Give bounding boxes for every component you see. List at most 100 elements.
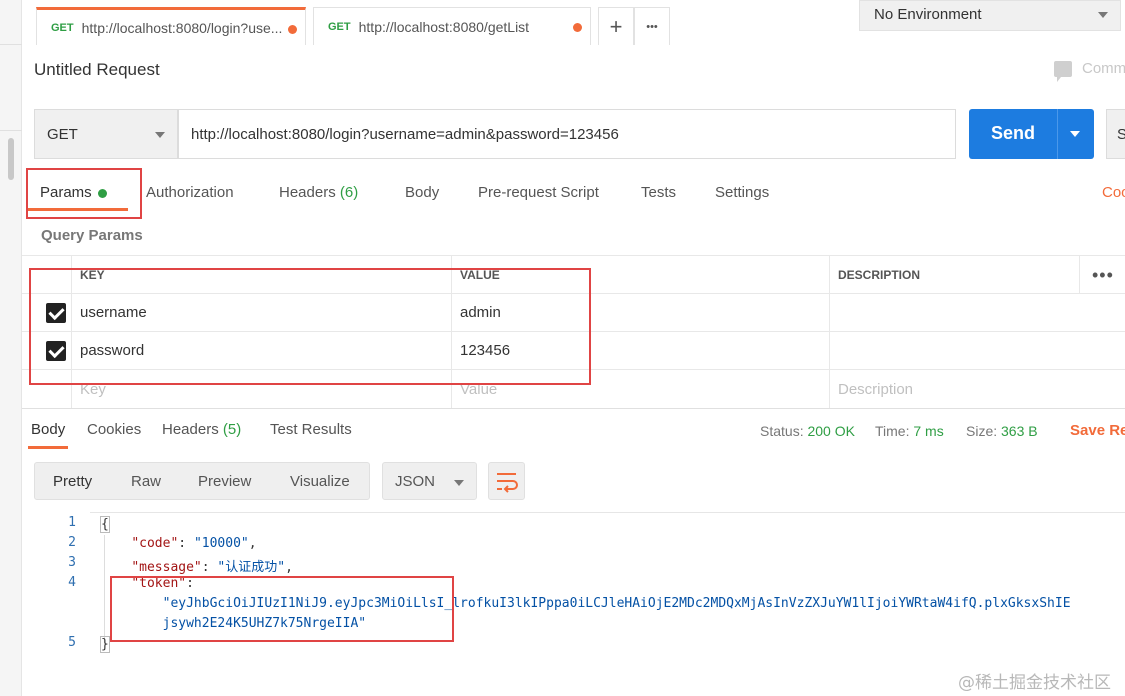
comments-button[interactable]: Comm xyxy=(1054,60,1125,82)
size-label: Size: xyxy=(966,423,998,439)
line-number: 2 xyxy=(68,535,76,550)
response-headers-label: Headers xyxy=(162,421,219,438)
annotation-box-token xyxy=(110,576,454,642)
chevron-down-icon xyxy=(155,132,165,138)
view-visualize-button[interactable]: Visualize xyxy=(290,473,350,490)
sidebar-scrollbar[interactable] xyxy=(8,138,14,180)
sidebar-divider xyxy=(0,130,22,131)
request-tab-getlist[interactable]: GET http://localhost:8080/getList xyxy=(313,7,591,45)
annotation-box-query-params xyxy=(29,268,591,385)
left-sidebar-strip xyxy=(0,0,22,696)
code-line: { xyxy=(100,516,110,533)
code-line: "message": "认证成功", xyxy=(131,560,293,575)
param-description[interactable] xyxy=(829,332,1125,369)
time-label: Time: xyxy=(875,423,910,439)
method-label: GET xyxy=(47,126,78,143)
save-button[interactable]: S xyxy=(1106,109,1125,159)
environment-select[interactable]: No Environment xyxy=(859,0,1121,31)
column-description: DESCRIPTION xyxy=(829,256,1079,293)
request-tab-bar: GET http://localhost:8080/login?use... G… xyxy=(22,0,1125,46)
tab-pre-request-script[interactable]: Pre-request Script xyxy=(478,184,599,201)
request-tab-login[interactable]: GET http://localhost:8080/login?use... xyxy=(36,7,306,45)
response-time: Time: 7 ms xyxy=(875,423,944,439)
view-pretty-button[interactable]: Pretty xyxy=(53,473,92,490)
tab-url: http://localhost:8080/login?use... xyxy=(81,19,283,36)
json-key: "message" xyxy=(131,560,202,575)
active-tab-indicator xyxy=(28,446,68,449)
view-preview-button[interactable]: Preview xyxy=(198,473,251,490)
tab-method: GET xyxy=(51,21,74,34)
request-title[interactable]: Untitled Request xyxy=(34,60,160,80)
param-description[interactable] xyxy=(829,294,1125,331)
open-brace: { xyxy=(100,516,110,533)
line-number-gutter: 1 2 3 4 5 xyxy=(22,512,82,662)
code-line: } xyxy=(100,636,110,653)
status-label: Status: xyxy=(760,423,804,439)
chevron-down-icon[interactable] xyxy=(1070,131,1080,137)
tab-settings[interactable]: Settings xyxy=(715,184,769,201)
size-value: 363 B xyxy=(1001,423,1038,439)
query-params-heading: Query Params xyxy=(41,227,143,244)
response-tab-cookies[interactable]: Cookies xyxy=(87,421,141,438)
save-response-button[interactable]: Save Re xyxy=(1070,422,1125,439)
headers-count: (6) xyxy=(339,184,359,201)
json-value: "10000" xyxy=(193,536,249,551)
unsaved-dot-icon xyxy=(288,25,297,34)
response-tabs: Body Cookies Headers (5) Test Results St… xyxy=(22,408,1125,449)
tab-url: http://localhost:8080/getList xyxy=(358,18,530,35)
plus-icon: + xyxy=(609,13,623,39)
save-label: S xyxy=(1117,126,1125,143)
line-number: 5 xyxy=(68,635,76,650)
line-number: 3 xyxy=(68,555,76,570)
status-value: 200 OK xyxy=(807,423,855,439)
response-tab-test-results[interactable]: Test Results xyxy=(270,421,352,438)
view-raw-button[interactable]: Raw xyxy=(131,473,161,490)
code-line: "code": "10000", xyxy=(131,536,257,551)
json-key: "code" xyxy=(131,536,179,551)
send-button[interactable]: Send xyxy=(969,109,1094,159)
http-method-select[interactable]: GET xyxy=(34,109,178,159)
tab-headers[interactable]: Headers (6) xyxy=(279,184,358,201)
url-input[interactable]: http://localhost:8080/login?username=adm… xyxy=(178,109,956,159)
chevron-down-icon xyxy=(1098,12,1108,18)
watermark: @稀土掘金技术社区 xyxy=(958,673,1111,693)
format-select[interactable]: JSON xyxy=(382,462,477,500)
environment-label: No Environment xyxy=(874,6,982,23)
cookies-link[interactable]: Coo xyxy=(1102,184,1125,201)
tab-headers-label: Headers xyxy=(279,184,336,201)
annotation-box-params xyxy=(26,168,142,219)
response-headers-count: (5) xyxy=(222,421,242,438)
comments-label: Comm xyxy=(1082,60,1125,77)
format-label: JSON xyxy=(395,473,436,490)
main-panel: GET http://localhost:8080/login?use... G… xyxy=(22,0,1125,696)
new-description-field[interactable]: Description xyxy=(829,370,1125,408)
view-mode-group: Pretty Raw Preview Visualize xyxy=(34,462,370,500)
response-tab-body[interactable]: Body xyxy=(31,421,65,438)
comment-icon xyxy=(1054,60,1072,82)
json-value: "认证成功" xyxy=(217,560,286,575)
line-number: 4 xyxy=(68,575,76,590)
close-brace: } xyxy=(100,636,110,653)
more-horizontal-icon[interactable]: ••• xyxy=(1092,265,1114,286)
sidebar-divider xyxy=(0,44,22,45)
response-size: Size: 363 B xyxy=(966,423,1038,439)
wrap-lines-button[interactable] xyxy=(488,462,525,500)
line-number: 1 xyxy=(68,515,76,530)
unsaved-dot-icon xyxy=(573,23,582,32)
url-text: http://localhost:8080/login?username=adm… xyxy=(191,126,619,143)
wrap-lines-icon xyxy=(497,473,518,493)
chevron-down-icon xyxy=(454,480,464,486)
tab-tests[interactable]: Tests xyxy=(641,184,676,201)
response-status: Status: 200 OK xyxy=(760,423,855,439)
tab-body[interactable]: Body xyxy=(405,184,439,201)
new-tab-button[interactable]: + xyxy=(598,7,634,45)
more-horizontal-icon: ••• xyxy=(646,20,658,33)
send-label: Send xyxy=(991,123,1036,143)
send-divider xyxy=(1057,109,1058,159)
request-config-tabs: Params Authorization Headers (6) Body Pr… xyxy=(22,172,1125,216)
time-value: 7 ms xyxy=(913,423,944,439)
tab-options-button[interactable]: ••• xyxy=(634,7,670,45)
response-tab-headers[interactable]: Headers (5) xyxy=(162,421,241,438)
tab-method: GET xyxy=(328,20,351,33)
tab-authorization[interactable]: Authorization xyxy=(146,184,234,201)
